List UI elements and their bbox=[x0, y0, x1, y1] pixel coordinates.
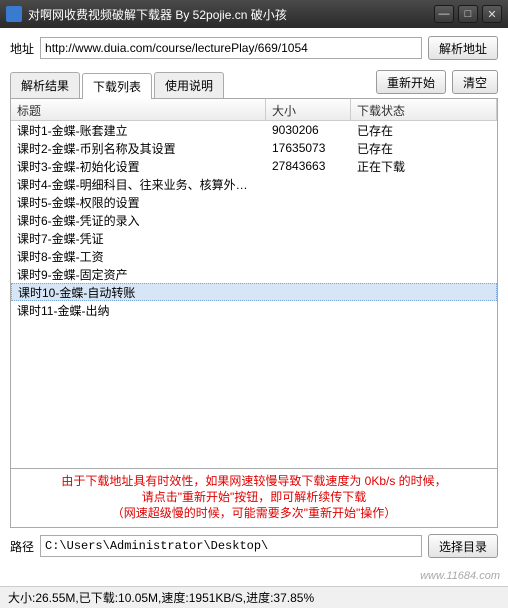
col-status-header[interactable]: 下载状态 bbox=[351, 99, 497, 120]
cell-size: 17635073 bbox=[266, 140, 351, 156]
cell-title: 课时10-金蝶-自动转账 bbox=[12, 283, 267, 302]
cell-title: 课时7-金蝶-凭证 bbox=[11, 229, 266, 248]
cell-status: 已存在 bbox=[351, 121, 497, 140]
cell-status: 正在下载 bbox=[351, 157, 497, 176]
table-row[interactable]: 课时2-金蝶-币别名称及其设置17635073已存在 bbox=[11, 139, 497, 157]
cell-size: 9030206 bbox=[266, 122, 351, 138]
cell-title: 课时1-金蝶-账套建立 bbox=[11, 121, 266, 140]
clear-button[interactable]: 清空 bbox=[452, 70, 498, 94]
cell-title: 课时5-金蝶-权限的设置 bbox=[11, 193, 266, 212]
cell-status bbox=[352, 291, 496, 293]
table-row[interactable]: 课时6-金蝶-凭证的录入 bbox=[11, 211, 497, 229]
close-button[interactable]: ✕ bbox=[482, 5, 502, 23]
cell-status bbox=[351, 309, 497, 311]
cell-status: 已存在 bbox=[351, 139, 497, 158]
table-row[interactable]: 课时9-金蝶-固定资产 bbox=[11, 265, 497, 283]
cell-status bbox=[351, 255, 497, 257]
url-row: 地址 解析地址 bbox=[10, 36, 498, 60]
minimize-button[interactable]: — bbox=[434, 5, 454, 23]
cell-size bbox=[266, 183, 351, 185]
choose-dir-button[interactable]: 选择目录 bbox=[428, 534, 498, 558]
cell-title: 课时9-金蝶-固定资产 bbox=[11, 265, 266, 284]
window-title: 对啊网收费视频破解下载器 By 52pojie.cn 破小孩 bbox=[28, 6, 434, 23]
cell-size bbox=[266, 255, 351, 257]
cell-status bbox=[351, 183, 497, 185]
warning-line: 由于下载地址具有时效性，如果网速较慢导致下载速度为 0Kb/s 的时候， bbox=[17, 473, 491, 489]
cell-title: 课时4-金蝶-明细科目、往来业务、核算外… bbox=[11, 175, 266, 194]
status-text: 大小:26.55M,已下载:10.05M,速度:1951KB/S,进度:37.8… bbox=[8, 589, 314, 606]
cell-title: 课时8-金蝶-工资 bbox=[11, 247, 266, 266]
cell-status bbox=[351, 273, 497, 275]
warning-line: （网速超级慢的时候，可能需要多次"重新开始"操作） bbox=[17, 505, 491, 521]
col-size-header[interactable]: 大小 bbox=[266, 99, 351, 120]
cell-size bbox=[266, 219, 351, 221]
url-input[interactable] bbox=[40, 37, 422, 59]
cell-size: 27843663 bbox=[266, 158, 351, 174]
table-row[interactable]: 课时8-金蝶-工资 bbox=[11, 247, 497, 265]
tab-0[interactable]: 解析结果 bbox=[10, 72, 80, 98]
cell-status bbox=[351, 219, 497, 221]
url-label: 地址 bbox=[10, 40, 34, 57]
cell-status bbox=[351, 201, 497, 203]
table-row[interactable]: 课时5-金蝶-权限的设置 bbox=[11, 193, 497, 211]
table-header: 标题 大小 下载状态 bbox=[11, 99, 497, 121]
cell-size bbox=[266, 273, 351, 275]
status-bar: 大小:26.55M,已下载:10.05M,速度:1951KB/S,进度:37.8… bbox=[0, 586, 508, 608]
tabs-right-buttons: 重新开始 清空 bbox=[376, 70, 498, 98]
tab-1[interactable]: 下载列表 bbox=[82, 73, 152, 99]
app-icon bbox=[6, 6, 22, 22]
table-row[interactable]: 课时11-金蝶-出纳 bbox=[11, 301, 497, 319]
cell-title: 课时11-金蝶-出纳 bbox=[11, 301, 266, 320]
download-table: 标题 大小 下载状态 课时1-金蝶-账套建立9030206已存在课时2-金蝶-币… bbox=[10, 99, 498, 469]
cell-size bbox=[266, 237, 351, 239]
watermark: www.11684.com bbox=[420, 570, 500, 582]
restart-button[interactable]: 重新开始 bbox=[376, 70, 446, 94]
cell-title: 课时2-金蝶-币别名称及其设置 bbox=[11, 139, 266, 158]
window-controls: — □ ✕ bbox=[434, 5, 502, 23]
tab-2[interactable]: 使用说明 bbox=[154, 72, 224, 98]
table-row[interactable]: 课时4-金蝶-明细科目、往来业务、核算外… bbox=[11, 175, 497, 193]
cell-size bbox=[266, 309, 351, 311]
path-input[interactable] bbox=[40, 535, 422, 557]
cell-size bbox=[266, 201, 351, 203]
path-row: 路径 选择目录 bbox=[10, 528, 498, 562]
parse-url-button[interactable]: 解析地址 bbox=[428, 36, 498, 60]
cell-title: 课时6-金蝶-凭证的录入 bbox=[11, 211, 266, 230]
warning-panel: 由于下载地址具有时效性，如果网速较慢导致下载速度为 0Kb/s 的时候， 请点击… bbox=[10, 469, 498, 528]
table-row[interactable]: 课时3-金蝶-初始化设置27843663正在下载 bbox=[11, 157, 497, 175]
cell-status bbox=[351, 237, 497, 239]
warning-line: 请点击"重新开始"按钮，即可解析续传下载 bbox=[17, 489, 491, 505]
table-row[interactable]: 课时7-金蝶-凭证 bbox=[11, 229, 497, 247]
table-row[interactable]: 课时1-金蝶-账套建立9030206已存在 bbox=[11, 121, 497, 139]
table-body[interactable]: 课时1-金蝶-账套建立9030206已存在课时2-金蝶-币别名称及其设置1763… bbox=[11, 121, 497, 468]
col-title-header[interactable]: 标题 bbox=[11, 99, 266, 120]
table-row[interactable]: 课时10-金蝶-自动转账 bbox=[11, 283, 497, 301]
cell-title: 课时3-金蝶-初始化设置 bbox=[11, 157, 266, 176]
maximize-button[interactable]: □ bbox=[458, 5, 478, 23]
tabs: 解析结果下载列表使用说明 重新开始 清空 bbox=[10, 70, 498, 99]
cell-size bbox=[267, 291, 352, 293]
path-label: 路径 bbox=[10, 538, 34, 555]
title-bar: 对啊网收费视频破解下载器 By 52pojie.cn 破小孩 — □ ✕ bbox=[0, 0, 508, 28]
